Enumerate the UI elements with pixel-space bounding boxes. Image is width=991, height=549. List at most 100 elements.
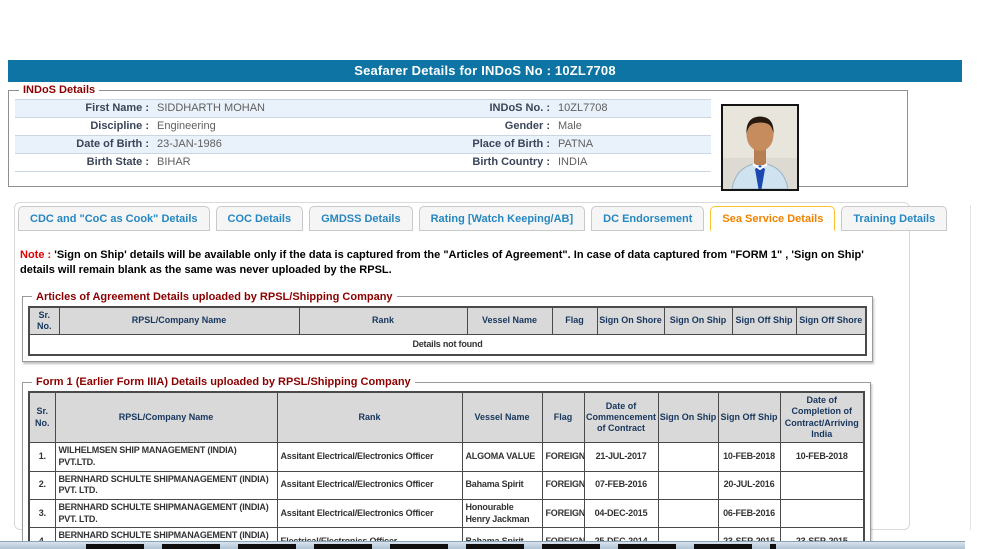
table-cell: 06-FEB-2016 xyxy=(718,499,780,527)
form1-details-fieldset: Form 1 (Earlier Form IIIA) Details uploa… xyxy=(22,376,871,549)
table-cell: Honourable Henry Jackman xyxy=(462,499,542,527)
table-cell: FOREIGN xyxy=(542,471,584,499)
footer-clipped-text-blocks xyxy=(86,544,776,549)
info-row-name: First Name : SIDDHARTH MOHAN INDoS No. :… xyxy=(15,99,711,118)
column-header: Sign Off Ship xyxy=(732,307,796,335)
gender-label: Gender : xyxy=(435,118,555,135)
column-header: Flag xyxy=(552,307,597,335)
table-cell: 1. xyxy=(29,443,55,471)
birth-state-value: BIHAR xyxy=(154,154,435,171)
table-cell: 10-FEB-2018 xyxy=(780,443,864,471)
table-cell: 10-FEB-2018 xyxy=(718,443,780,471)
table-cell: 2. xyxy=(29,471,55,499)
table-cell: 3. xyxy=(29,499,55,527)
table-cell: Assitant Electrical/Electronics Officer xyxy=(277,443,462,471)
column-header: RPSL/Company Name xyxy=(55,392,277,443)
column-header: Rank xyxy=(299,307,467,335)
indos-no-label: INDoS No. : xyxy=(435,100,555,117)
column-header: Sign Off Shore xyxy=(796,307,866,335)
table-cell xyxy=(658,443,718,471)
articles-of-agreement-fieldset: Articles of Agreement Details uploaded b… xyxy=(22,291,873,363)
indos-details-fieldset: INDoS Details First Name : SIDDHARTH MOH… xyxy=(8,84,908,187)
note-prefix: Note : xyxy=(20,249,51,261)
tab-cdc-coc-as-cook-details[interactable]: CDC and "CoC as Cook" Details xyxy=(18,206,210,231)
column-header: Rank xyxy=(277,392,462,443)
birth-country-label: Birth Country : xyxy=(435,154,555,171)
discipline-label: Discipline : xyxy=(15,118,154,135)
birth-country-value: INDIA xyxy=(555,154,711,171)
indos-no-value: 10ZL7708 xyxy=(555,100,711,117)
page-title: Seafarer Details for INDoS No : 10ZL7708 xyxy=(8,60,962,82)
column-header: Vessel Name xyxy=(462,392,542,443)
column-header: Sign Off Ship xyxy=(718,392,780,443)
table-cell: 04-DEC-2015 xyxy=(584,499,658,527)
table-cell: ALGOMA VALUE xyxy=(462,443,542,471)
table-row: Details not found xyxy=(29,335,866,356)
tab-dc-endorsement[interactable]: DC Endorsement xyxy=(591,206,704,231)
info-row-discipline: Discipline : Engineering Gender : Male xyxy=(15,118,711,136)
column-header: Sign On Shore xyxy=(597,307,664,335)
table-cell xyxy=(780,471,864,499)
articles-of-agreement-legend: Articles of Agreement Details uploaded b… xyxy=(32,291,397,303)
first-name-value: SIDDHARTH MOHAN xyxy=(154,100,435,117)
table-cell xyxy=(780,499,864,527)
table-row: 1.WILHELMSEN SHIP MANAGEMENT (INDIA) PVT… xyxy=(29,443,864,471)
info-row-birth: Date of Birth : 23-JAN-1986 Place of Bir… xyxy=(15,136,711,154)
table-header-row: Sr. No.RPSL/Company NameRankVessel NameF… xyxy=(29,392,864,443)
table-cell: 20-JUL-2016 xyxy=(718,471,780,499)
table-cell: Assitant Electrical/Electronics Officer xyxy=(277,471,462,499)
column-header: Flag xyxy=(542,392,584,443)
note-text: 'Sign on Ship' details will be available… xyxy=(20,249,864,276)
column-header: Sr. No. xyxy=(29,392,55,443)
tab-coc-details[interactable]: COC Details xyxy=(216,206,304,231)
table-row: 2.BERNHARD SCHULTE SHIPMANAGEMENT (INDIA… xyxy=(29,471,864,499)
column-header: Date of Commencement of Contract xyxy=(584,392,658,443)
tabs-widget: CDC and "CoC as Cook" Details COC Detail… xyxy=(14,202,910,530)
column-header: Date of Completion of Contract/Arriving … xyxy=(780,392,864,443)
articles-of-agreement-table: Sr. No.RPSL/Company NameRankVessel NameF… xyxy=(28,306,867,357)
table-cell: BERNHARD SCHULTE SHIPMANAGEMENT (INDIA) … xyxy=(55,471,277,499)
table-row: 3.BERNHARD SCHULTE SHIPMANAGEMENT (INDIA… xyxy=(29,499,864,527)
seafarer-details-page: Seafarer Details for INDoS No : 10ZL7708… xyxy=(0,0,991,549)
gender-value: Male xyxy=(555,118,711,135)
info-row-state: Birth State : BIHAR Birth Country : INDI… xyxy=(15,154,711,172)
column-header: Sr. No. xyxy=(29,307,59,335)
details-not-found-message: Details not found xyxy=(29,335,866,356)
page-boundary-line xyxy=(970,205,971,530)
tab-rating-watch-keeping-ab[interactable]: Rating [Watch Keeping/AB] xyxy=(419,206,586,231)
place-of-birth-value: PATNA xyxy=(555,136,711,153)
column-header: Vessel Name xyxy=(467,307,552,335)
table-cell: WILHELMSEN SHIP MANAGEMENT (INDIA) PVT.L… xyxy=(55,443,277,471)
table-cell: FOREIGN xyxy=(542,443,584,471)
indos-info-table: First Name : SIDDHARTH MOHAN INDoS No. :… xyxy=(15,99,711,172)
tab-training-details[interactable]: Training Details xyxy=(841,206,947,231)
table-header-row: Sr. No.RPSL/Company NameRankVessel NameF… xyxy=(29,307,866,335)
table-cell xyxy=(658,471,718,499)
table-cell: 21-JUL-2017 xyxy=(584,443,658,471)
column-header: RPSL/Company Name xyxy=(59,307,299,335)
tab-list: CDC and "CoC as Cook" Details COC Detail… xyxy=(15,203,909,231)
table-cell: BERNHARD SCHULTE SHIPMANAGEMENT (INDIA) … xyxy=(55,499,277,527)
table-cell: Bahama Spirit xyxy=(462,471,542,499)
birth-state-label: Birth State : xyxy=(15,154,154,171)
column-header: Sign On Ship xyxy=(658,392,718,443)
table-cell: Assitant Electrical/Electronics Officer xyxy=(277,499,462,527)
form1-details-table: Sr. No.RPSL/Company NameRankVessel NameF… xyxy=(28,391,865,549)
tab-sea-service-details[interactable]: Sea Service Details xyxy=(710,206,835,231)
indos-details-legend: INDoS Details xyxy=(19,84,99,96)
table-cell xyxy=(658,499,718,527)
form1-details-legend: Form 1 (Earlier Form IIIA) Details uploa… xyxy=(32,376,415,388)
table-cell: 07-FEB-2016 xyxy=(584,471,658,499)
dob-value: 23-JAN-1986 xyxy=(154,136,435,153)
tab-gmdss-details[interactable]: GMDSS Details xyxy=(309,206,412,231)
table-cell: FOREIGN xyxy=(542,499,584,527)
photo-placeholder-graphic xyxy=(723,106,797,189)
seafarer-photo xyxy=(721,104,799,191)
sign-on-ship-note: Note : 'Sign on Ship' details will be av… xyxy=(20,248,898,278)
column-header: Sign On Ship xyxy=(664,307,732,335)
discipline-value: Engineering xyxy=(154,118,435,135)
dob-label: Date of Birth : xyxy=(15,136,154,153)
footer-strip-clipped xyxy=(0,541,965,549)
place-of-birth-label: Place of Birth : xyxy=(435,136,555,153)
first-name-label: First Name : xyxy=(15,100,154,117)
